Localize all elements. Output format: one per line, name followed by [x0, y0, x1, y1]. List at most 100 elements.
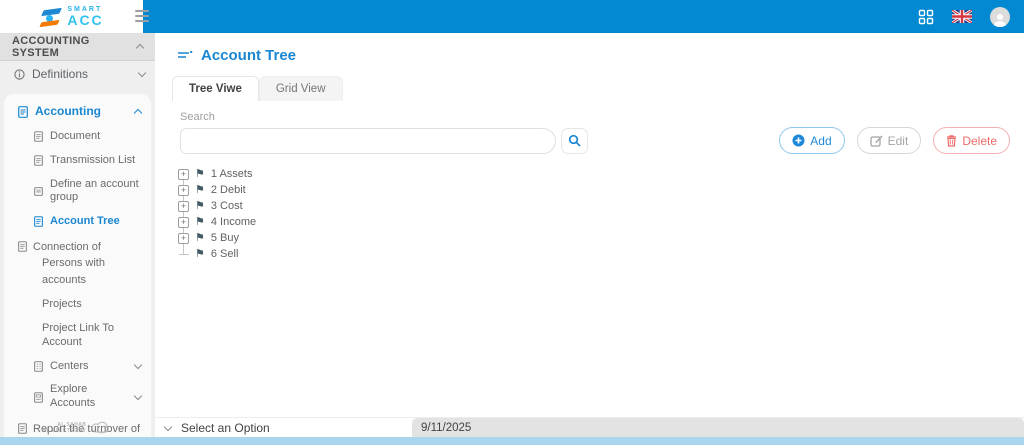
tree-row-income[interactable]: + ⚑ 4 Income — [178, 214, 398, 230]
sidebar-item-definitions[interactable]: Definitions — [0, 61, 155, 88]
expand-plus-icon[interactable]: + — [178, 216, 189, 228]
info-icon — [14, 69, 25, 80]
tab-grid-view[interactable]: Grid View — [258, 76, 343, 101]
main-content: Account Tree Tree Viwe Grid View Search … — [155, 33, 1024, 417]
flag-icon: ⚑ — [195, 231, 205, 244]
tree-node-label: 5 Buy — [210, 232, 240, 244]
tree-row-sell[interactable]: ⚑ 6 Sell — [178, 246, 398, 262]
sidebar-item-transmission-list[interactable]: Transmission List — [4, 149, 151, 173]
search-button[interactable] — [561, 127, 588, 154]
account-tree-icon — [34, 216, 43, 228]
account-tree: + ⚑ 1 Assets + ⚑ 2 Debit + ⚑ 3 Cost + ⚑ … — [178, 166, 398, 262]
sidebar-item-label: Projects — [42, 298, 82, 311]
edit-button-label: Edit — [887, 133, 909, 148]
sidebar-item-label: Define an account group — [50, 177, 139, 204]
footer-select-label: Select an Option — [181, 421, 270, 435]
chevron-up-icon — [133, 108, 143, 118]
search-icon — [568, 134, 581, 147]
trash-icon — [947, 135, 957, 147]
sidebar-item-define-account-group[interactable]: Define an account group — [4, 173, 151, 211]
centers-icon — [34, 361, 43, 372]
tree-row-assets[interactable]: + ⚑ 1 Assets — [178, 166, 398, 182]
action-buttons: Add Edit Delete — [779, 127, 1010, 154]
language-uk-flag-icon[interactable] — [952, 10, 972, 23]
smart-acc-logo-icon — [39, 6, 63, 28]
persons-icon — [18, 240, 27, 252]
tree-connector — [179, 253, 189, 255]
edit-button[interactable]: Edit — [856, 127, 922, 154]
document-icon — [34, 131, 43, 143]
sidebar-item-label: Project Link To Account — [42, 322, 114, 348]
tab-bar: Tree Viwe Grid View — [155, 64, 1024, 101]
flag-icon: ⚑ — [195, 247, 205, 260]
expand-plus-icon[interactable]: + — [178, 184, 189, 196]
sidebar-item-label: Connection of Persons with accounts — [33, 240, 105, 286]
expand-plus-icon[interactable]: + — [178, 168, 189, 180]
add-button-label: Add — [810, 133, 832, 148]
page-background-strip — [0, 437, 1024, 445]
chevron-down-icon — [133, 391, 143, 400]
flag-icon: ⚑ — [195, 167, 205, 180]
sidebar: ACCOUNTING SYSTEM Definitions Accounting… — [0, 33, 155, 437]
tree-node-label: 6 Sell — [210, 248, 239, 260]
app-logo[interactable]: SMART ACC — [0, 0, 143, 33]
plus-circle-icon — [792, 134, 805, 147]
expand-plus-icon[interactable]: + — [178, 200, 189, 212]
explore-accounts-icon — [34, 391, 43, 403]
brand-cloud-icon — [91, 421, 110, 434]
sidebar-item-document[interactable]: Document — [4, 125, 151, 149]
apps-grid-icon[interactable] — [918, 9, 934, 25]
page-title: Account Tree — [201, 47, 297, 64]
sidebar-item-accounting[interactable]: Accounting — [4, 98, 151, 125]
flag-icon: ⚑ — [195, 183, 205, 196]
sidebar-item-projects[interactable]: Projects — [4, 293, 151, 317]
sidebar-item-explore-accounts[interactable]: Explore Accounts — [4, 378, 151, 416]
sidebar-item-label: Accounting — [35, 104, 101, 118]
tree-node-label: 3 Cost — [210, 200, 243, 212]
footer-date-value: 9/11/2025 — [421, 421, 472, 434]
expand-plus-icon[interactable]: + — [178, 232, 189, 244]
menu-hamburger-icon[interactable] — [135, 10, 149, 22]
tree-row-buy[interactable]: + ⚑ 5 Buy — [178, 230, 398, 246]
sidebar-item-project-link-to-account[interactable]: Project Link To Account — [4, 317, 151, 355]
controls-row: Add Edit Delete — [155, 127, 1024, 154]
list-sort-icon — [178, 50, 193, 58]
accounting-doc-icon — [18, 105, 28, 118]
folder-group-icon — [34, 186, 43, 196]
search-input[interactable] — [180, 127, 556, 154]
sidebar-item-centers[interactable]: Centers — [4, 355, 151, 379]
user-avatar[interactable] — [990, 6, 1010, 27]
logo-text: SMART ACC — [67, 6, 103, 27]
flag-icon: ⚑ — [195, 199, 205, 212]
logo-acc-label: ACC — [67, 12, 104, 28]
sidebar-item-label: Explore Accounts — [50, 383, 96, 409]
sidebar-item-connection-persons-accounts[interactable]: Connection of Persons with accounts — [4, 234, 151, 294]
sidebar-header-accounting-system[interactable]: ACCOUNTING SYSTEM — [0, 33, 155, 61]
top-bar: SMART ACC — [0, 0, 1024, 33]
chevron-down-icon — [137, 68, 147, 78]
tree-node-label: 1 Assets — [210, 168, 253, 180]
sidebar-item-label: Account Tree — [50, 215, 120, 227]
search-label: Search — [180, 111, 215, 123]
tree-row-cost[interactable]: + ⚑ 3 Cost — [178, 198, 398, 214]
page-title-row: Account Tree — [155, 33, 1024, 64]
sidebar-item-label: Definitions — [32, 67, 89, 81]
tree-row-debit[interactable]: + ⚑ 2 Debit — [178, 182, 398, 198]
chevron-up-icon — [135, 43, 145, 53]
sidebar-item-label: Document — [50, 130, 101, 142]
add-button[interactable]: Add — [779, 127, 845, 154]
chevron-down-icon — [133, 360, 143, 370]
sidebar-header-label: ACCOUNTING SYSTEM — [12, 34, 90, 59]
tab-tree-view[interactable]: Tree Viwe — [172, 76, 259, 101]
tree-node-label: 4 Income — [210, 216, 257, 228]
sidebar-item-account-tree[interactable]: Account Tree — [4, 210, 151, 234]
chevron-down-icon — [163, 422, 173, 431]
delete-button[interactable]: Delete — [933, 127, 1010, 154]
flag-icon: ⚑ — [195, 215, 205, 228]
footer-select-option[interactable]: Select an Option — [163, 418, 270, 438]
sidebar-item-label: Transmission List — [50, 153, 136, 166]
sidebar-accounting-group: Accounting Document Transmission List De… — [4, 94, 151, 437]
brand-line2: AL ELECTRONY — [42, 427, 87, 434]
footer-date-picker[interactable]: 9/11/2025 — [412, 418, 1024, 437]
tree-node-label: 2 Debit — [210, 184, 246, 196]
